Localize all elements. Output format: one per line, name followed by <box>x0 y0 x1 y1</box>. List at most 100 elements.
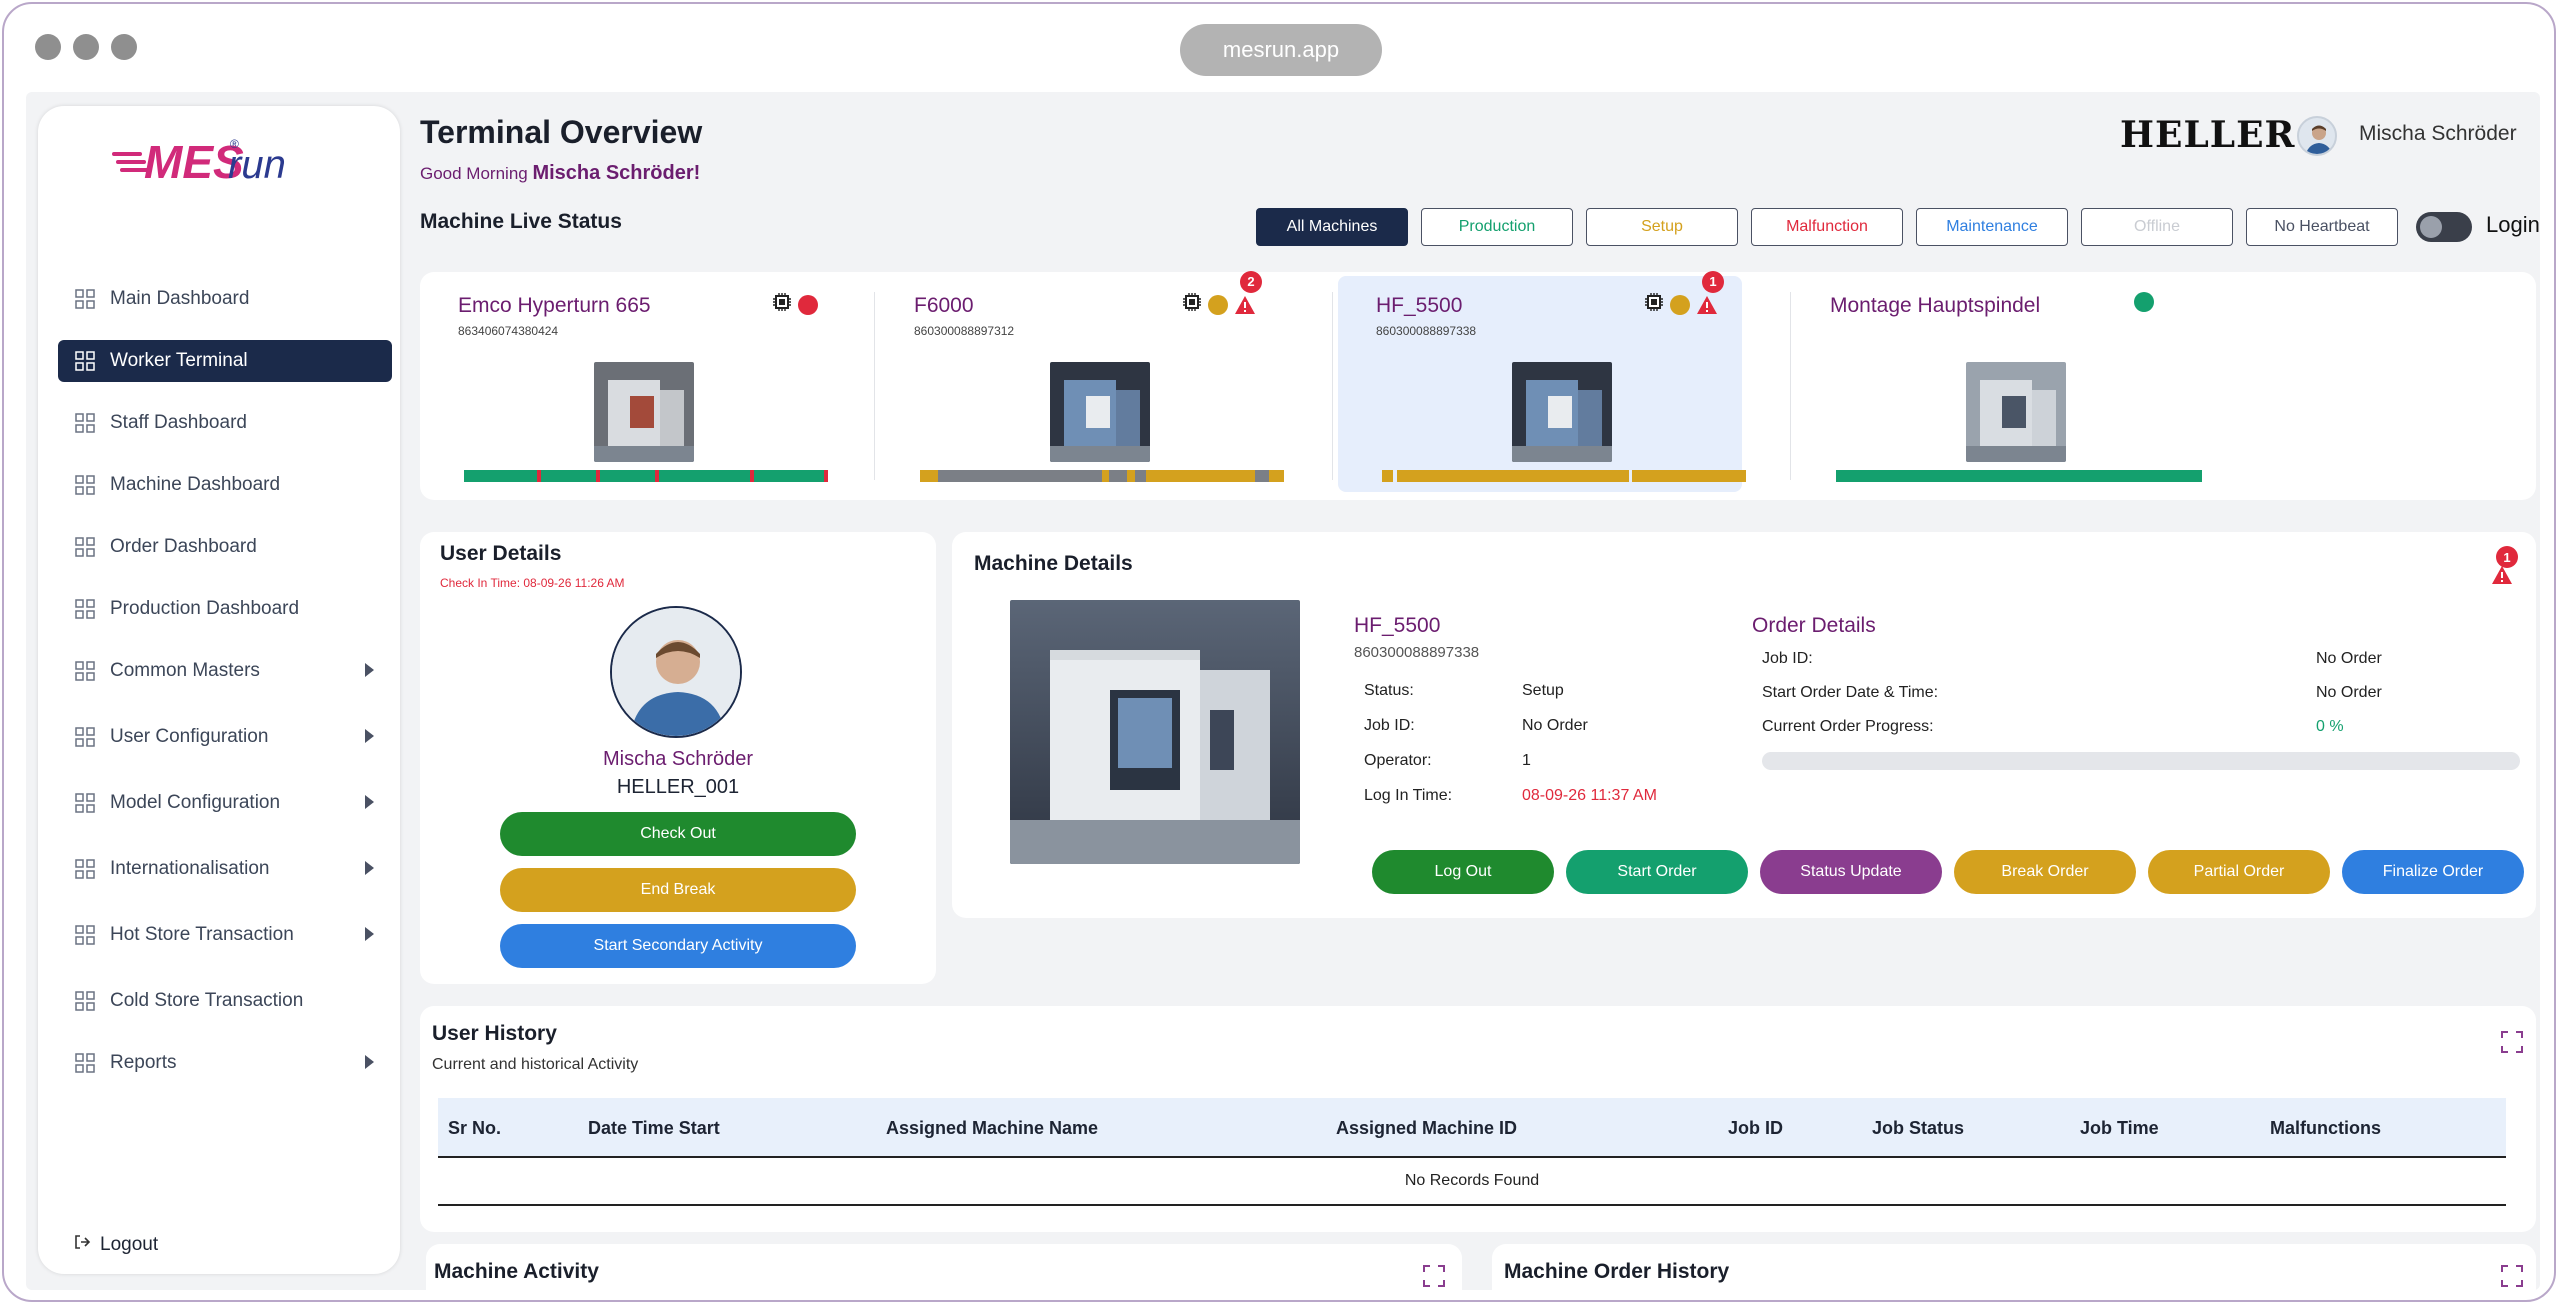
filter-maintenance[interactable]: Maintenance <box>1916 208 2068 246</box>
log-out-button[interactable]: Log Out <box>1372 850 1554 894</box>
sidebar-item-hot-store-transaction[interactable]: Hot Store Transaction <box>58 914 392 956</box>
machine-id: 860300088897338 <box>1354 644 1480 661</box>
order-field-value: 0 % <box>2316 718 2344 735</box>
filter-no-heartbeat[interactable]: No Heartbeat <box>2246 208 2398 246</box>
machine-field-label: Job ID: <box>1364 717 1415 734</box>
alert-count-badge: 2 <box>1240 270 1262 293</box>
history-column-header: Assigned Machine Name <box>886 1118 1099 1138</box>
timeline-segment <box>1396 470 1630 482</box>
production-icon <box>72 596 98 622</box>
main-content: Terminal Overview Good Morning Mischa Sc… <box>420 92 2540 1290</box>
start-order-button[interactable]: Start Order <box>1566 850 1748 894</box>
machine-field-label: Operator: <box>1364 752 1432 769</box>
sidebar-item-order-dashboard[interactable]: Order Dashboard <box>58 526 392 568</box>
history-empty-row: No Records Found <box>438 1158 2506 1206</box>
order-progress-bar <box>1762 752 2520 770</box>
timeline-segment <box>1254 470 1270 482</box>
start-secondary-activity-button[interactable]: Start Secondary Activity <box>500 924 856 968</box>
language-icon <box>72 856 98 882</box>
sidebar-item-common-masters[interactable]: Common Masters <box>58 650 392 692</box>
machine-card-photo <box>1050 362 1150 462</box>
machine-activity-title: Machine Activity <box>434 1260 599 1283</box>
sidebar-item-main-dashboard[interactable]: Main Dashboard <box>58 278 392 320</box>
page-title: Terminal Overview <box>420 114 703 150</box>
user-avatar[interactable] <box>2297 116 2337 156</box>
caret-right-icon <box>365 729 374 743</box>
machine-card[interactable]: Emco Hyperturn 665 863406074380424 <box>420 272 840 500</box>
machine-timeline <box>1836 470 2202 482</box>
sidebar-item-user-configuration[interactable]: User Configuration <box>58 716 392 758</box>
status-indicator <box>798 294 818 315</box>
machine-field-label: Log In Time: <box>1364 787 1453 804</box>
caret-right-icon <box>365 1055 374 1069</box>
sidebar-item-label: Hot Store Transaction <box>110 924 294 945</box>
sidebar-item-internationalisation[interactable]: Internationalisation <box>58 848 392 890</box>
card-divider <box>874 292 875 480</box>
history-column-header: Malfunctions <box>2270 1118 2381 1138</box>
machine-alert[interactable]: 1 <box>2478 546 2518 586</box>
sidebar-item-reports[interactable]: Reports <box>58 1042 392 1084</box>
machine-field-label: Status: <box>1364 682 1414 699</box>
live-status-title: Machine Live Status <box>420 210 622 233</box>
machine-card[interactable]: F6000 860300088897312 2 <box>876 270 1296 500</box>
timeline-segment <box>1631 470 1746 482</box>
warning-icon[interactable]: 1 <box>1696 270 1724 315</box>
user-name[interactable]: Mischa Schröder <box>2359 122 2517 146</box>
warning-icon[interactable]: 2 <box>1234 270 1262 315</box>
status-update-button[interactable]: Status Update <box>1760 850 1942 894</box>
maximize-dot[interactable] <box>111 34 137 60</box>
sidebar-item-model-configuration[interactable]: Model Configuration <box>58 782 392 824</box>
sidebar-item-worker-terminal[interactable]: Worker Terminal <box>58 340 392 382</box>
logout-link[interactable]: Logout <box>72 1232 158 1258</box>
sidebar-item-machine-dashboard[interactable]: Machine Dashboard <box>58 464 392 506</box>
machine-cards: Emco Hyperturn 665 863406074380424 F6000 86… <box>420 270 2536 500</box>
machine-card-photo <box>1966 362 2066 462</box>
chip-icon <box>1644 292 1664 317</box>
login-toggle[interactable] <box>2416 212 2472 242</box>
machine-card[interactable]: HF_5500 860300088897338 1 <box>1338 270 1746 492</box>
machine-activity-panel: Machine Activity <box>426 1244 1462 1290</box>
timeline-segment <box>823 470 828 482</box>
timeline-segment <box>1145 470 1255 482</box>
partial-order-button[interactable]: Partial Order <box>2148 850 2330 894</box>
status-indicator <box>1670 294 1690 315</box>
logout-label: Logout <box>100 1234 159 1255</box>
check-out-button[interactable]: Check Out <box>500 812 856 856</box>
filter-offline[interactable]: Offline <box>2081 208 2233 246</box>
timeline-segment <box>1836 470 2202 482</box>
user-gear-icon <box>72 724 98 750</box>
greeting: Good Morning Mischa Schröder! <box>420 162 700 185</box>
filter-setup[interactable]: Setup <box>1586 208 1738 246</box>
machine-field-value: 1 <box>1522 752 1531 769</box>
expand-icon[interactable] <box>1422 1264 1446 1288</box>
finalize-order-button[interactable]: Finalize Order <box>2342 850 2524 894</box>
logout-icon <box>72 1232 92 1258</box>
break-order-button[interactable]: Break Order <box>1954 850 2136 894</box>
filter-production[interactable]: Production <box>1421 208 1573 246</box>
expand-icon[interactable] <box>2500 1264 2524 1288</box>
mesrun-logo: MES run ® <box>110 124 330 192</box>
filter-malfunction[interactable]: Malfunction <box>1751 208 1903 246</box>
login-label: Login <box>2486 212 2540 237</box>
machine-card[interactable]: Montage Hauptspindel <box>1792 272 2212 500</box>
window-controls <box>35 34 137 60</box>
filter-all-machines[interactable]: All Machines <box>1256 208 1408 246</box>
order-details-title: Order Details <box>1752 614 1876 637</box>
minimize-dot[interactable] <box>73 34 99 60</box>
timeline-segment <box>1127 470 1135 482</box>
cold-store-icon <box>72 988 98 1014</box>
caret-right-icon <box>365 795 374 809</box>
expand-icon[interactable] <box>2500 1030 2524 1054</box>
timeline-segment <box>920 470 939 482</box>
machine-order-history-panel: Machine Order History <box>1492 1244 2536 1290</box>
end-break-button[interactable]: End Break <box>500 868 856 912</box>
url-bar[interactable]: mesrun.app <box>1180 24 1382 76</box>
heller-logo: HELLER <box>2120 114 2296 156</box>
close-dot[interactable] <box>35 34 61 60</box>
sidebar-item-cold-store-transaction[interactable]: Cold Store Transaction <box>58 980 392 1022</box>
order-field-value: No Order <box>2316 684 2382 701</box>
user-history-panel: User History Current and historical Acti… <box>420 1006 2536 1232</box>
grid-icon <box>72 286 98 312</box>
sidebar-item-staff-dashboard[interactable]: Staff Dashboard <box>58 402 392 444</box>
sidebar-item-production-dashboard[interactable]: Production Dashboard <box>58 588 392 630</box>
